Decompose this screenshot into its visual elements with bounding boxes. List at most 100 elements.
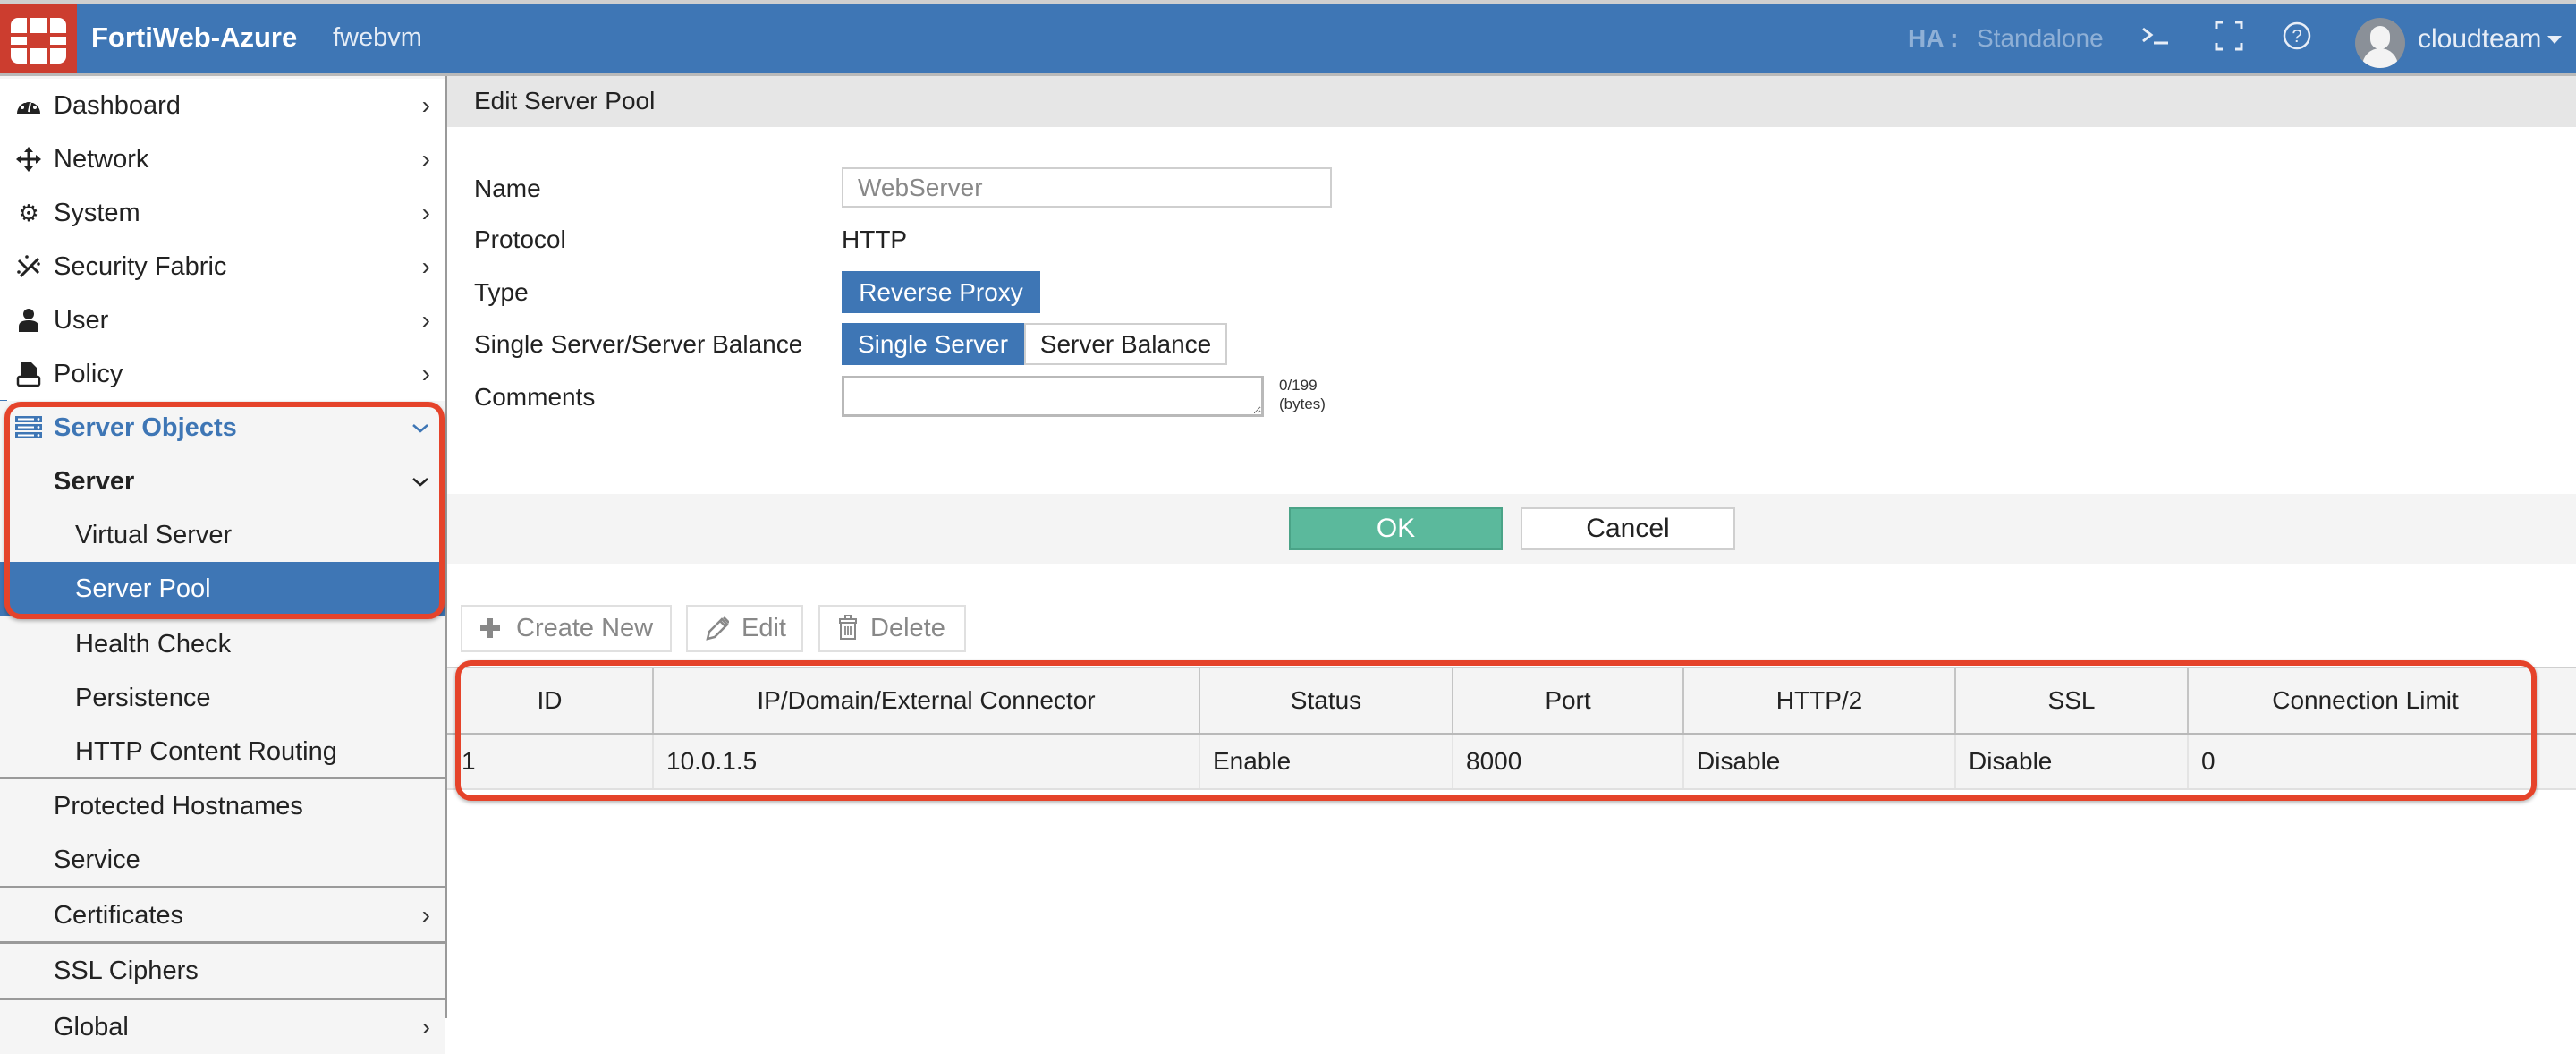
svg-text:?: ?	[2292, 27, 2301, 47]
sidebar-item-system[interactable]: ⚙ System ›	[0, 186, 445, 240]
sidebar-item-http-content-routing[interactable]: HTTP Content Routing	[0, 725, 445, 778]
sidebar-item-server-objects[interactable]: Server Objects	[0, 401, 445, 455]
balance-label: Single Server/Server Balance	[474, 330, 803, 358]
terminal-icon[interactable]	[2138, 18, 2174, 57]
fullscreen-icon[interactable]	[2211, 18, 2247, 57]
sidebar-item-label: Server Pool	[75, 574, 211, 603]
cancel-button[interactable]: Cancel	[1521, 507, 1735, 550]
sidebar-item-label: HTTP Content Routing	[75, 737, 337, 766]
sidebar-item-label: Protected Hostnames	[54, 792, 303, 820]
sidebar-item-network[interactable]: Network ›	[0, 132, 445, 186]
user-icon	[14, 293, 43, 353]
gear-icon: ⚙	[18, 200, 39, 226]
sidebar-item-server-pool[interactable]: Server Pool	[0, 562, 445, 616]
ha-label: HA :	[1908, 24, 1959, 52]
network-icon	[14, 132, 43, 191]
sidebar-item-label: User	[54, 306, 109, 335]
sidebar-item-security-fabric[interactable]: Security Fabric ›	[0, 240, 445, 293]
type-label: Type	[474, 278, 529, 306]
chevron-right-icon: ›	[421, 1013, 430, 1041]
sidebar-item-label: System	[54, 199, 140, 227]
comments-label: Comments	[474, 383, 596, 411]
edit-button[interactable]: Edit	[686, 605, 803, 652]
server-balance-toggle[interactable]: Server Balance	[1024, 323, 1227, 365]
sidebar-item-protected-hostnames[interactable]: Protected Hostnames	[0, 777, 445, 833]
sidebar-item-health-check[interactable]: Health Check	[0, 617, 445, 671]
panel-title-bar: Edit Server Pool	[447, 76, 2576, 127]
chevron-right-icon: ›	[421, 360, 430, 387]
server-icon	[14, 401, 43, 460]
cell-status: Enable	[1200, 735, 1453, 788]
form-action-bar	[447, 494, 2576, 564]
create-new-button[interactable]: Create New	[461, 605, 672, 652]
sidebar-item-label: Global	[54, 1013, 129, 1041]
table-row[interactable]: 1 10.0.1.5 Enable 8000 Disable Disable 0	[447, 735, 2576, 790]
column-header-ip[interactable]: IP/Domain/External Connector	[654, 668, 1200, 733]
edit-label: Edit	[741, 614, 786, 642]
cell-ip: 10.0.1.5	[654, 735, 1200, 788]
ok-button[interactable]: OK	[1289, 507, 1503, 550]
app-title: FortiWeb-Azure	[91, 21, 298, 53]
sidebar-item-label: Policy	[54, 360, 123, 388]
user-avatar[interactable]	[2355, 18, 2405, 68]
chevron-right-icon: ›	[421, 306, 430, 334]
sidebar-item-server[interactable]: Server	[0, 455, 445, 508]
sidebar-item-label: Health Check	[75, 630, 232, 659]
chevron-right-icon: ›	[421, 145, 430, 173]
cell-http2: Disable	[1684, 735, 1956, 788]
plus-icon	[479, 607, 502, 665]
sidebar-item-label: Server Objects	[54, 413, 237, 442]
sidebar-item-persistence[interactable]: Persistence	[0, 671, 445, 725]
counter-unit: (bytes)	[1279, 395, 1326, 412]
column-header-id[interactable]: ID	[447, 668, 654, 733]
fortinet-logo[interactable]	[0, 4, 77, 73]
pencil-icon	[704, 607, 730, 665]
type-reverse-proxy-button[interactable]: Reverse Proxy	[842, 271, 1040, 313]
cell-ssl: Disable	[1956, 735, 2189, 788]
sidebar-item-label: Persistence	[75, 684, 211, 712]
sidebar-item-label: Service	[54, 846, 140, 874]
sidebar-item-dashboard[interactable]: Dashboard ›	[0, 79, 445, 132]
ha-status: Standalone	[1977, 24, 2104, 52]
chevron-right-icon: ›	[421, 901, 430, 929]
sidebar-item-virtual-server[interactable]: Virtual Server	[0, 508, 445, 562]
sidebar-item-label: Network	[54, 145, 149, 174]
cell-port: 8000	[1453, 735, 1684, 788]
single-server-toggle[interactable]: Single Server	[842, 323, 1024, 365]
dashboard-icon	[14, 79, 43, 138]
sidebar-item-service[interactable]: Service	[0, 833, 445, 887]
protocol-value: HTTP	[842, 225, 908, 253]
cell-connection-limit: 0	[2201, 747, 2216, 775]
column-header-connection-limit[interactable]: Connection Limit	[2189, 668, 2542, 733]
name-input[interactable]	[842, 167, 1332, 208]
user-dropdown-caret-icon[interactable]	[2547, 36, 2562, 44]
chevron-right-icon: ›	[421, 252, 430, 280]
help-icon[interactable]: ?	[2279, 18, 2315, 57]
column-header-ssl[interactable]: SSL	[1956, 668, 2189, 733]
sidebar-item-user[interactable]: User ›	[0, 293, 445, 347]
sidebar-item-label: Dashboard	[54, 91, 181, 120]
sidebar-item-ssl-ciphers[interactable]: SSL Ciphers	[0, 941, 445, 998]
delete-button[interactable]: Delete	[818, 605, 966, 652]
sidebar-item-certificates[interactable]: Certificates ›	[0, 886, 445, 942]
name-label: Name	[474, 174, 541, 202]
page-title: Edit Server Pool	[474, 87, 656, 115]
trash-icon	[836, 607, 860, 665]
protocol-label: Protocol	[474, 225, 566, 253]
policy-icon	[14, 347, 43, 406]
sidebar-item-global[interactable]: Global ›	[0, 998, 445, 1054]
sidebar-item-policy[interactable]: Policy ›	[0, 347, 445, 401]
delete-label: Delete	[870, 614, 945, 642]
host-name: fwebvm	[333, 23, 422, 52]
column-header-http2[interactable]: HTTP/2	[1684, 668, 1956, 733]
top-bar: FortiWeb-Azure fwebvm HA : Standalone ? …	[0, 0, 2576, 76]
user-menu[interactable]: cloudteam	[2418, 24, 2541, 55]
comments-textarea[interactable]	[842, 376, 1264, 417]
counter-value: 0/199	[1279, 377, 1318, 394]
sidebar-item-label: Security Fabric	[54, 252, 227, 281]
security-fabric-icon	[14, 240, 43, 299]
column-header-status[interactable]: Status	[1200, 668, 1453, 733]
table-header-row: ID IP/Domain/External Connector Status P…	[447, 668, 2576, 735]
column-header-port[interactable]: Port	[1453, 668, 1684, 733]
chevron-right-icon: ›	[421, 199, 430, 226]
